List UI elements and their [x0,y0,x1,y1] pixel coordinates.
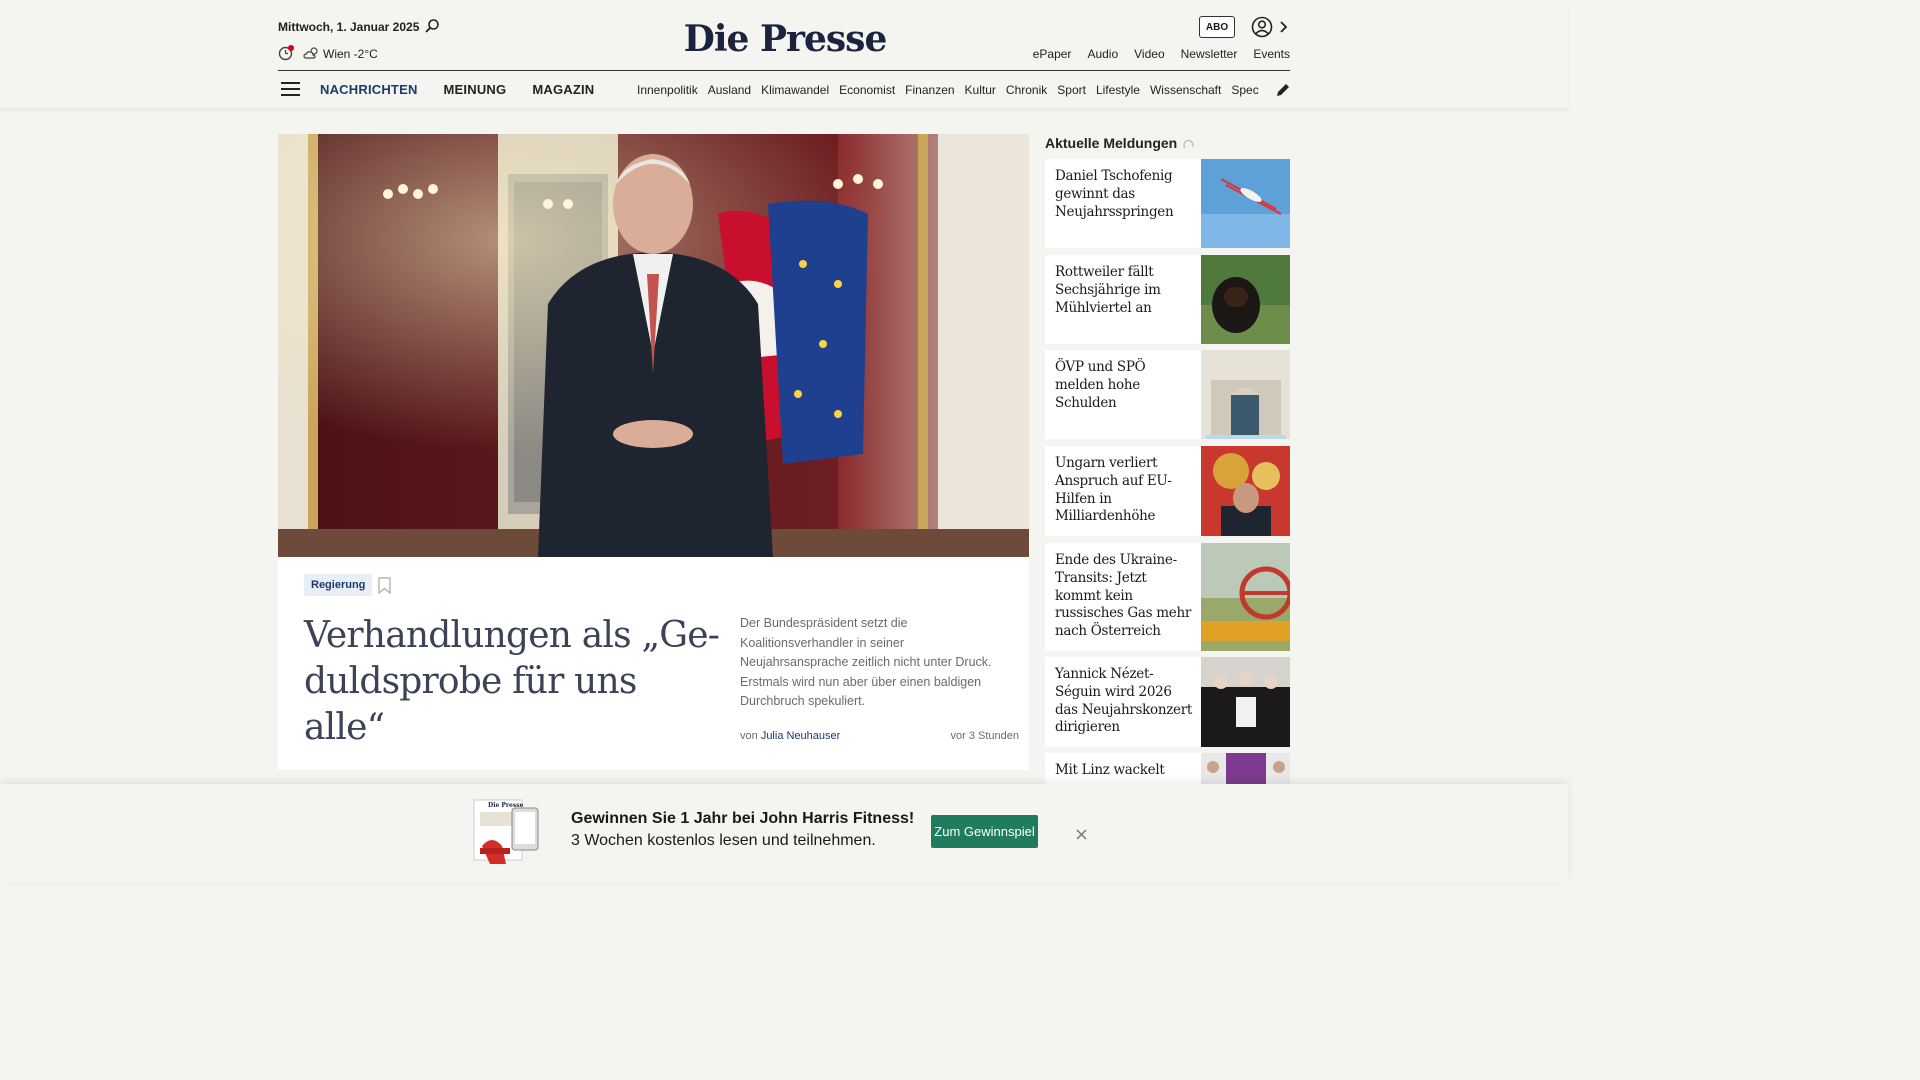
ski-jumper-thumbnail [1201,159,1290,248]
section-spectrum[interactable]: Spectrum [1231,83,1259,97]
headline-line-2: duldsprobe für uns alle“ [304,661,637,748]
promo-headline: Gewinnen Sie 1 Jahr bei John Harris Fitn… [571,810,915,827]
section-innenpolitik[interactable]: Innenpolitik [637,83,698,97]
news-title: Yannick Nézet-Séguin wird 2026 das Neuja… [1055,666,1192,736]
sidebar-title: Aktuelle Meldungen [1045,135,1178,151]
category-tag[interactable]: Regierung [304,574,373,596]
top-links: ePaper Audio Video Newsletter Events [1033,47,1290,61]
section-lifestyle[interactable]: Lifestyle [1096,83,1140,97]
publish-time: vor 3 Stunden [950,730,1020,742]
gas-pipeline-thumbnail [1201,543,1290,651]
news-item[interactable]: Mit Linz wackelt [1045,753,1290,784]
author-link[interactable]: Julia Neuhauser [761,730,841,742]
promo-text: Gewinnen Sie 1 Jahr bei John Harris Fitn… [571,808,914,852]
link-events[interactable]: Events [1253,47,1290,61]
promo-cta-button[interactable]: Zum Gewinnspiel [931,815,1038,848]
current-date: Mittwoch, 1. Januar 2025 [278,20,420,34]
orban-thumbnail [1201,446,1290,536]
news-item[interactable]: ÖVP und SPÖ melden hohe Schulden [1045,350,1290,439]
nav-meinung[interactable]: MEINUNG [444,82,507,97]
parliament-thumbnail [1201,350,1290,439]
section-economist[interactable]: Economist [839,83,895,97]
news-title: Ende des Ukraine-Transits: Jetzt kommt k… [1055,552,1192,640]
nav-divider [278,70,1290,71]
section-nav: Innenpolitik Ausland Klimawandel Economist F… [637,83,1259,97]
promo-mini-logo: Die Presse [488,802,524,809]
site-logo[interactable]: Die Presse [680,18,890,60]
news-title: ÖVP und SPÖ melden hohe Schulden [1055,359,1146,411]
conductor-thumbnail [1201,657,1290,747]
search-icon[interactable] [424,18,440,34]
chevron-right-icon[interactable] [1278,19,1288,35]
news-item[interactable]: Yannick Nézet-Séguin wird 2026 das Neuja… [1045,657,1290,747]
news-title: Mit Linz wackelt [1055,762,1165,778]
president-photo [278,134,1029,557]
bookmark-icon[interactable] [378,577,391,594]
link-epaper[interactable]: ePaper [1033,47,1072,61]
main-nav: NACHRICHTEN MEINUNG MAGAZIN [320,82,594,97]
site-header: Mittwoch, 1. Januar 2025 Wien -2°C Die P… [0,0,1568,109]
lead-headline[interactable]: Verhandlungen als „Ge-duldsprobe für uns… [304,613,724,751]
byline-prefix: von [740,730,758,742]
lead-article-image[interactable] [278,134,1029,557]
news-item[interactable]: Ende des Ukraine-Transits: Jetzt kommt k… [1045,543,1290,651]
recent-clock-icon[interactable] [278,45,294,61]
section-sport[interactable]: Sport [1057,83,1086,97]
lead-teaser: Der Bundespräsident setzt die Koalitions… [740,616,992,708]
byline: von Julia Neuhauser [740,730,840,742]
section-chronik[interactable]: Chronik [1006,83,1047,97]
news-title: Daniel Tschofenig gewinnt das Neujahrssp… [1055,168,1174,220]
news-title: Rottweiler fällt Sechsjährige im Mühlvie… [1055,264,1161,316]
nav-magazin[interactable]: MAGAZIN [532,82,594,97]
pencil-icon[interactable] [1275,82,1291,98]
link-newsletter[interactable]: Newsletter [1181,47,1238,61]
nav-nachrichten[interactable]: NACHRICHTEN [320,82,418,97]
weather-cloud-sun-icon [303,47,318,59]
promo-subline: 3 Wochen kostenlos lesen und teilnehmen. [571,832,876,849]
hamburger-menu-icon[interactable] [281,82,300,97]
section-ausland[interactable]: Ausland [708,83,751,97]
headline-line-1: Verhandlungen als „Ge- [304,615,720,656]
refresh-icon [1183,139,1194,149]
link-audio[interactable]: Audio [1087,47,1118,61]
news-item[interactable]: Ungarn verliert Anspruch auf EU-Hilfen i… [1045,446,1290,536]
section-finanzen[interactable]: Finanzen [905,83,954,97]
section-wissenschaft[interactable]: Wissenschaft [1150,83,1221,97]
weather-text: Wien -2°C [323,47,378,61]
news-item[interactable]: Rottweiler fällt Sechsjährige im Mühlvie… [1045,255,1290,344]
promo-banner: Die Presse Gewinnen Sie 1 Jahr bei John … [0,784,1568,882]
linz-thumbnail [1201,753,1290,784]
section-kultur[interactable]: Kultur [965,83,996,97]
section-klimawandel[interactable]: Klimawandel [761,83,829,97]
account-icon[interactable] [1251,16,1273,38]
rottweiler-thumbnail [1201,255,1290,344]
close-icon[interactable] [1075,828,1088,841]
lead-article-card[interactable]: Regierung Verhandlungen als „Ge-duldspro… [278,557,1029,770]
link-video[interactable]: Video [1134,47,1164,61]
news-item[interactable]: Daniel Tschofenig gewinnt das Neujahrssp… [1045,159,1290,248]
news-title: Ungarn verliert Anspruch auf EU-Hilfen i… [1055,455,1172,525]
abo-button[interactable]: ABO [1199,16,1235,38]
